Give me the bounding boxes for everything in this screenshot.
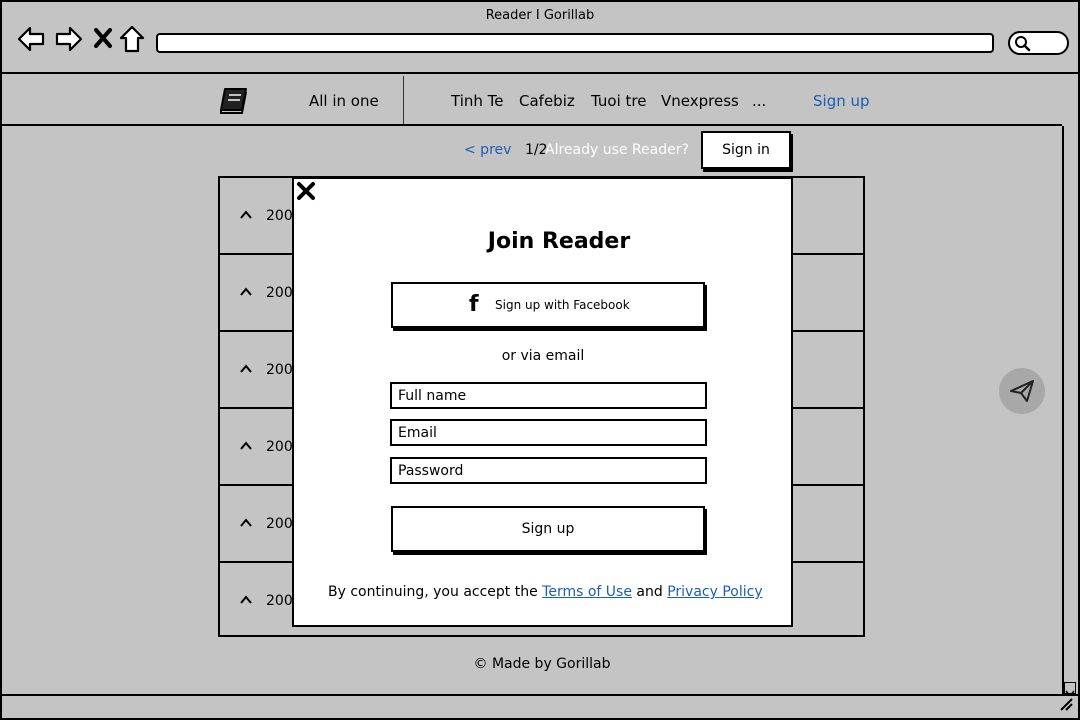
facebook-signup-button[interactable]: f Sign up with Facebook xyxy=(391,282,705,328)
join-modal: Join Reader f Sign up with Facebook or v… xyxy=(292,177,793,627)
facebook-icon: f xyxy=(469,292,479,317)
nav-all-in-one[interactable]: All in one xyxy=(309,92,379,110)
site-navbar: All in one Tinh Te Cafebiz Tuoi tre Vnex… xyxy=(2,74,1062,126)
signup-submit-button[interactable]: Sign up xyxy=(391,506,705,552)
legal-prefix: By continuing, you accept the xyxy=(328,584,538,600)
nav-source-vnexpress[interactable]: Vnexpress xyxy=(661,92,739,110)
send-button[interactable] xyxy=(999,368,1045,414)
facebook-signup-label: Sign up with Facebook xyxy=(495,298,630,312)
browser-search-field[interactable] xyxy=(1008,31,1069,55)
full-name-field[interactable] xyxy=(390,382,707,409)
email-field[interactable] xyxy=(390,419,707,446)
nav-source-more[interactable]: ... xyxy=(752,92,766,110)
address-bar[interactable] xyxy=(156,33,994,53)
sign-in-button[interactable]: Sign in xyxy=(701,131,791,169)
vertical-scrollbar[interactable] xyxy=(1062,126,1078,694)
nav-source-tinh-te[interactable]: Tinh Te xyxy=(451,92,504,110)
already-user-text: Already use Reader? xyxy=(545,142,689,158)
prev-page-link[interactable]: < prev xyxy=(464,142,511,158)
status-bar xyxy=(2,694,1078,718)
browser-toolbar: Reader I Gorillab xyxy=(2,2,1078,74)
chevron-up-icon[interactable] xyxy=(240,516,252,532)
browser-window: Reader I Gorillab All in one Tinh Te Caf… xyxy=(0,0,1080,720)
list-item-value: 200 xyxy=(266,593,293,609)
list-item-value: 200 xyxy=(266,362,293,378)
footer-credit: © Made by Gorillab xyxy=(473,656,611,672)
legal-notice: By continuing, you accept the Terms of U… xyxy=(328,584,788,600)
stop-icon[interactable] xyxy=(90,24,120,54)
list-item-value: 200 xyxy=(266,208,293,224)
list-item-value: 200 xyxy=(266,285,293,301)
back-icon[interactable] xyxy=(16,24,46,54)
window-title: Reader I Gorillab xyxy=(485,8,595,23)
chevron-up-icon[interactable] xyxy=(240,593,252,609)
or-via-email-text: or via email xyxy=(501,348,585,364)
nav-source-tuoi-tre[interactable]: Tuoi tre xyxy=(591,92,646,110)
terms-of-use-link[interactable]: Terms of Use xyxy=(542,584,632,600)
chevron-up-icon[interactable] xyxy=(240,208,252,224)
list-item-value: 200 xyxy=(266,516,293,532)
legal-and: and xyxy=(636,584,663,600)
chevron-up-icon[interactable] xyxy=(240,362,252,378)
list-item-value: 200 xyxy=(266,439,293,455)
privacy-policy-link[interactable]: Privacy Policy xyxy=(667,584,762,600)
book-icon[interactable] xyxy=(218,86,250,118)
close-icon[interactable] xyxy=(296,181,316,205)
home-icon[interactable] xyxy=(118,24,148,54)
nav-source-cafebiz[interactable]: Cafebiz xyxy=(519,92,575,110)
chevron-up-icon[interactable] xyxy=(240,285,252,301)
nav-signup-link[interactable]: Sign up xyxy=(813,92,870,110)
nav-divider xyxy=(403,76,404,124)
modal-title: Join Reader xyxy=(487,229,631,254)
forward-icon[interactable] xyxy=(54,24,84,54)
scroll-down-arrow[interactable] xyxy=(1064,682,1076,698)
password-field[interactable] xyxy=(390,457,707,484)
resize-grip-icon[interactable] xyxy=(1058,696,1074,716)
chevron-up-icon[interactable] xyxy=(240,439,252,455)
